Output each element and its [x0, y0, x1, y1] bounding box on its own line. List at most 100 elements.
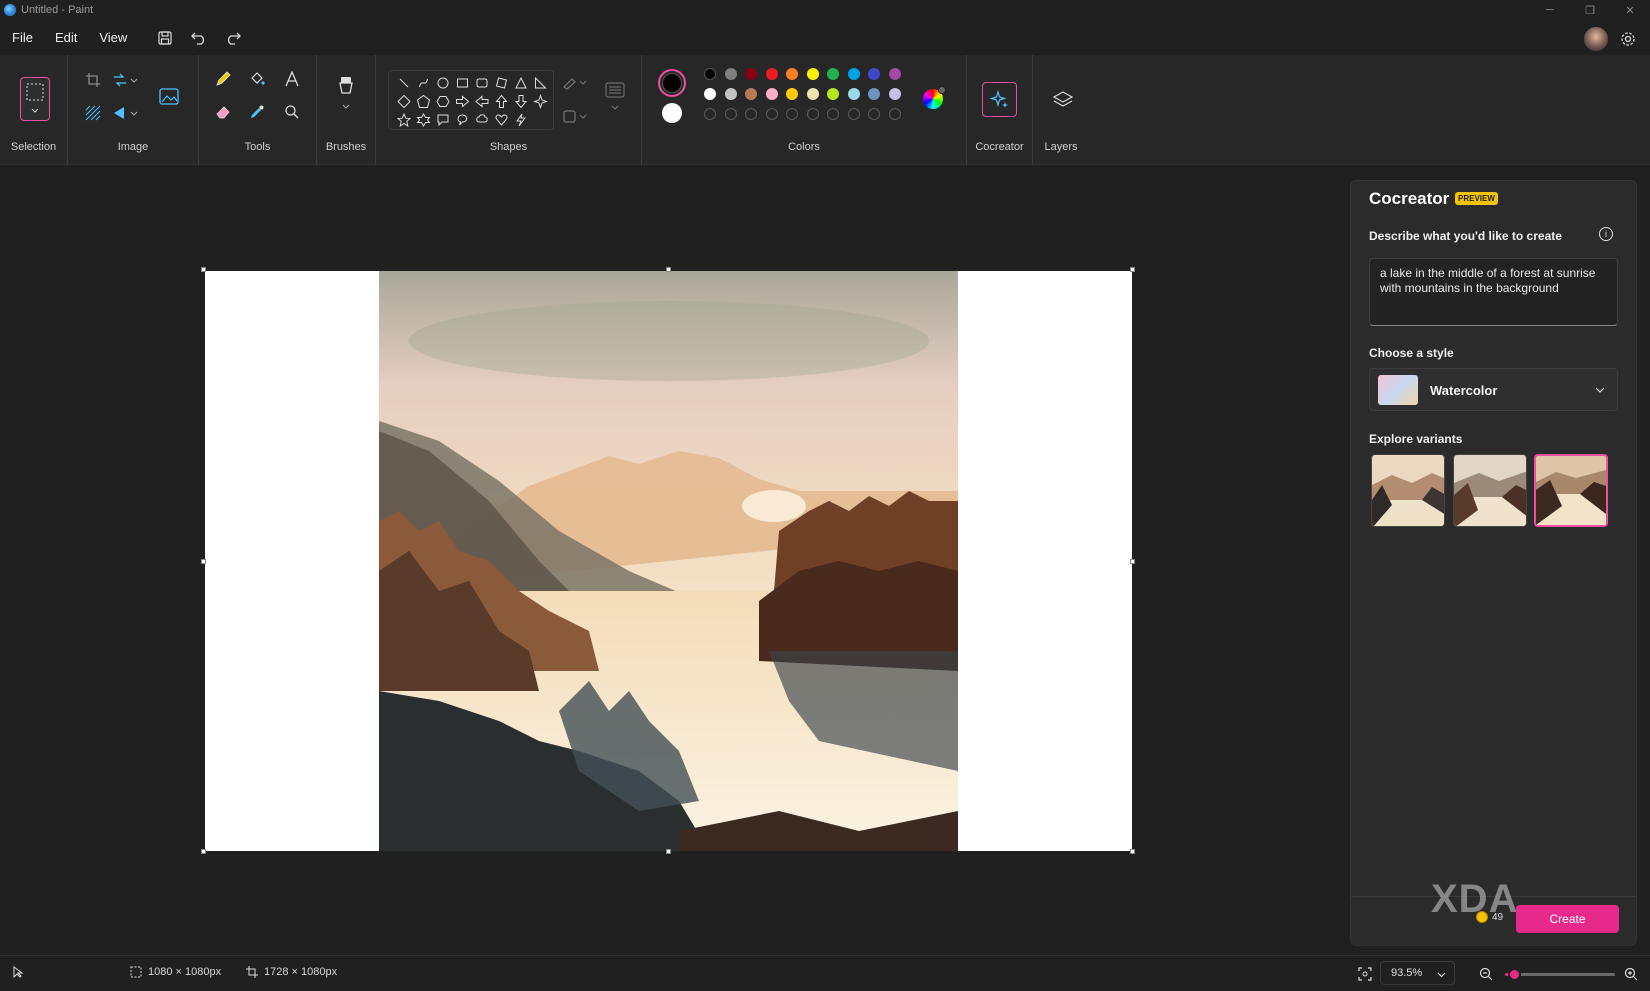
custom-color-slot[interactable]	[868, 108, 880, 120]
color-swatch[interactable]	[806, 68, 819, 80]
right-triangle-shape[interactable]	[535, 76, 547, 89]
color-swatch[interactable]	[806, 88, 819, 100]
close-button[interactable]: ✕	[1610, 0, 1650, 20]
custom-color-slot[interactable]	[786, 108, 798, 120]
image-creator-button[interactable]	[156, 83, 182, 109]
magnifier-button[interactable]	[279, 99, 305, 125]
right-arrow-shape[interactable]	[456, 95, 470, 108]
resize-handle-l[interactable]	[201, 559, 206, 564]
color-swatch[interactable]	[786, 88, 798, 100]
line-shape[interactable]	[399, 78, 409, 88]
info-button[interactable]: i	[1599, 227, 1613, 241]
drawing-canvas[interactable]	[205, 271, 1132, 851]
color-swatch[interactable]	[827, 68, 839, 80]
cocreator-button[interactable]	[982, 82, 1017, 117]
heart-shape[interactable]	[495, 114, 508, 126]
edit-colors-button[interactable]	[923, 86, 946, 109]
zoom-out-button[interactable]	[1473, 961, 1499, 987]
custom-color-slot[interactable]	[724, 108, 737, 120]
menu-file[interactable]: File	[0, 30, 44, 45]
pencil-button[interactable]	[210, 66, 236, 92]
fit-to-window-button[interactable]	[1352, 961, 1378, 987]
resize-handle-tr[interactable]	[1130, 267, 1135, 272]
color-swatch[interactable]	[745, 88, 757, 100]
save-button[interactable]	[148, 23, 182, 53]
restore-button[interactable]: ❐	[1570, 0, 1610, 20]
color-swatch[interactable]	[704, 88, 716, 100]
down-arrow-shape[interactable]	[514, 95, 528, 109]
resize-handle-br[interactable]	[1130, 849, 1135, 854]
color-swatch[interactable]	[847, 68, 860, 80]
custom-color-slot[interactable]	[704, 108, 716, 120]
color-swatch[interactable]	[868, 68, 880, 80]
resize-button[interactable]	[112, 67, 138, 93]
color-swatch[interactable]	[724, 88, 737, 100]
color-swatch[interactable]	[847, 88, 860, 100]
zoom-slider[interactable]	[1505, 968, 1615, 981]
pentagon-shape[interactable]	[416, 94, 431, 108]
custom-color-slot[interactable]	[827, 108, 839, 120]
resize-handle-t[interactable]	[666, 267, 671, 272]
account-avatar[interactable]	[1584, 27, 1608, 51]
menu-edit[interactable]: Edit	[44, 30, 88, 45]
outline-button[interactable]	[562, 69, 588, 95]
resize-handle-bl[interactable]	[201, 849, 206, 854]
triangle-shape[interactable]	[515, 76, 527, 89]
oval-callout-shape[interactable]	[457, 114, 468, 126]
eraser-button[interactable]	[210, 99, 236, 125]
curve-shape[interactable]	[419, 78, 428, 88]
brushes-button[interactable]	[333, 73, 359, 113]
variant-thumbnail-3[interactable]	[1534, 454, 1608, 527]
custom-color-slot[interactable]	[888, 108, 901, 120]
undo-button[interactable]	[182, 23, 216, 53]
custom-color-slot[interactable]	[765, 108, 778, 120]
color-swatch[interactable]	[786, 68, 798, 80]
rectangle-shape[interactable]	[457, 78, 468, 88]
lightning-shape[interactable]	[516, 113, 526, 127]
color-swatch[interactable]	[704, 68, 716, 80]
zoom-slider-thumb[interactable]	[1507, 968, 1521, 981]
text-button[interactable]	[279, 66, 305, 92]
size-button[interactable]	[602, 77, 628, 117]
four-point-star-shape[interactable]	[532, 93, 549, 110]
zoom-dropdown[interactable]: 93.5%	[1380, 961, 1455, 985]
variant-thumbnail-2[interactable]	[1453, 454, 1527, 527]
crop-button[interactable]	[80, 67, 106, 93]
color-swatch[interactable]	[888, 68, 901, 80]
color-swatch[interactable]	[888, 88, 901, 100]
color-swatch[interactable]	[765, 88, 778, 100]
fill-button[interactable]	[244, 66, 270, 92]
color-swatch[interactable]	[745, 68, 757, 80]
custom-color-slot[interactable]	[806, 108, 819, 120]
flip-button[interactable]	[112, 100, 138, 126]
rounded-rectangle-shape[interactable]	[476, 78, 488, 88]
five-point-star-shape[interactable]	[396, 112, 412, 128]
prompt-textarea[interactable]: a lake in the middle of a forest at sunr…	[1369, 258, 1618, 326]
rectangular-callout-shape[interactable]	[437, 114, 449, 127]
hexagon-shape[interactable]	[436, 96, 450, 107]
fill-style-button[interactable]	[562, 103, 588, 129]
resize-handle-tl[interactable]	[201, 267, 206, 272]
variant-thumbnail-1[interactable]	[1371, 454, 1445, 527]
image-effects-button[interactable]	[80, 100, 106, 126]
minimize-button[interactable]: ─	[1530, 0, 1570, 20]
menu-view[interactable]: View	[88, 30, 138, 45]
oval-shape[interactable]	[437, 77, 449, 89]
layers-button[interactable]	[1048, 85, 1078, 115]
color-swatch[interactable]	[724, 68, 737, 80]
color-picker-button[interactable]	[244, 99, 270, 125]
left-arrow-shape[interactable]	[475, 95, 489, 108]
style-dropdown[interactable]: Watercolor	[1369, 368, 1618, 411]
polygon-shape[interactable]	[495, 77, 508, 89]
settings-button[interactable]	[1614, 24, 1642, 54]
custom-color-slot[interactable]	[745, 108, 757, 120]
six-point-star-shape[interactable]	[416, 112, 431, 128]
color-swatch[interactable]	[765, 68, 778, 80]
custom-color-slot[interactable]	[847, 108, 860, 120]
resize-handle-b[interactable]	[666, 849, 671, 854]
up-arrow-shape[interactable]	[495, 94, 508, 108]
zoom-in-button[interactable]	[1618, 961, 1644, 987]
create-button[interactable]: Create	[1516, 905, 1619, 933]
resize-handle-r[interactable]	[1130, 559, 1135, 564]
diamond-shape[interactable]	[397, 94, 411, 109]
